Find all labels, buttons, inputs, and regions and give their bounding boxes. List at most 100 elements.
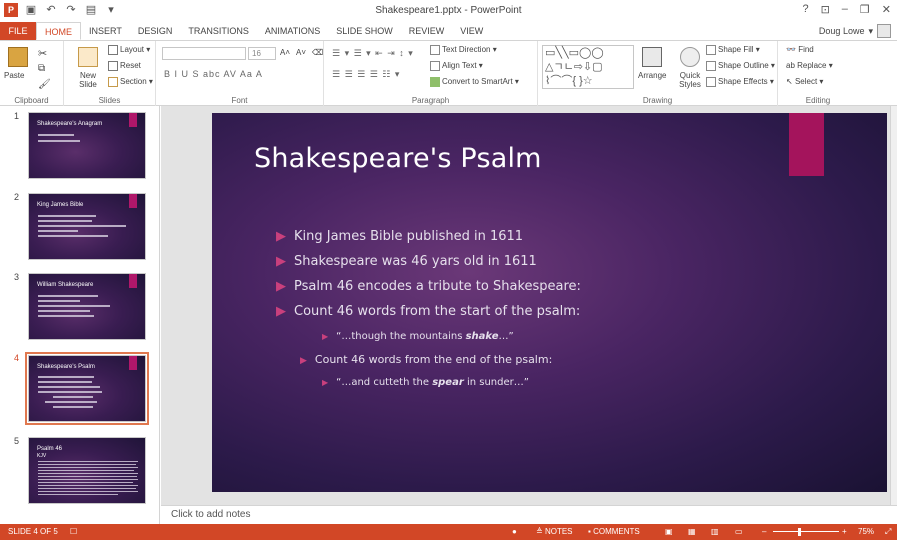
copy-icon[interactable]: ⧉ [38,63,45,74]
slide-thumbnail-5[interactable]: Psalm 46 KJV [28,437,146,504]
convert-smartart-button[interactable]: Convert to SmartArt ▾ [430,77,519,87]
arrange-button[interactable]: Arrange [638,71,666,80]
bullet-item: ▶ Count 46 words from the start of the ps… [276,304,581,319]
slide-accent-tag [789,113,824,176]
document-title: Shakespeare1.pptx - PowerPoint [375,5,522,16]
new-slide-icon[interactable] [78,47,98,67]
shape-fill-button[interactable]: Shape Fill ▾ [706,45,760,55]
normal-view-icon[interactable]: ▣ [665,524,673,540]
find-button[interactable]: 👓 Find [786,45,814,54]
select-cursor-icon: ↖ [786,77,795,86]
thumbnail-number: 1 [14,111,20,121]
new-slide-button[interactable]: New Slide [73,71,103,89]
clear-formatting-icon[interactable]: ⌫ [312,48,323,57]
status-bar: SLIDE 4 OF 5 ☐ ● ≜ NOTES ▪ COMMENTS ▣ ▦ … [0,524,897,540]
slide-counter: SLIDE 4 OF 5 [8,527,58,536]
ribbon-tabs: FILE HOME INSERT DESIGN TRANSITIONS ANIM… [0,22,897,40]
section-button[interactable]: Section ▾ [108,77,153,87]
font-size-combo[interactable]: 16 [248,47,276,60]
thumbnail-number: 5 [14,436,20,446]
slide-thumbnail-2[interactable]: King James Bible [28,193,146,260]
comments-button[interactable]: ▪ COMMENTS [588,524,640,540]
slideshow-view-icon[interactable]: ▭ [735,524,743,540]
shape-effects-button[interactable]: Shape Effects ▾ [706,77,774,87]
align-text-button[interactable]: Align Text ▾ [430,61,483,71]
user-account[interactable]: Doug Lowe ▾ [819,22,891,40]
bullet-item: ▶ Shakespeare was 46 yars old in 1611 [276,254,537,269]
tab-insert[interactable]: INSERT [81,22,130,40]
avatar[interactable] [877,24,891,38]
minimize-icon[interactable]: – [842,3,848,16]
zoom-slider-thumb[interactable] [798,528,801,536]
font-group-label: Font [231,96,248,105]
thumbnail-number: 2 [14,192,20,202]
close-icon[interactable]: ✕ [882,3,891,16]
font-group: 16 A˄ A˅ ⌫ B I U S abc AV Aa A Font [156,41,324,107]
reset-icon [108,61,118,71]
bullet-arrow-icon: ▶ [322,332,329,341]
slide-sorter-icon[interactable]: ▦ [688,524,696,540]
clipboard-group-label: Clipboard [14,96,49,105]
shapes-gallery[interactable]: ▭╲╲▭◯◯ △ㄱㄴ⇨⇩▢ ⌇⌒⌒{ }☆ [542,45,634,89]
replace-button[interactable]: ab Replace ▾ [786,61,833,70]
paint-bucket-icon [706,45,716,55]
cut-icon[interactable]: ✂ [38,47,47,60]
paragraph-group-label: Paragraph [411,96,450,105]
slide-thumbnail-3[interactable]: William Shakespeare [28,273,146,340]
ribbon-display-icon[interactable]: ⊡ [821,3,830,16]
ribbon: Paste ✂ ⧉ 🖌 Clipboard New Slide Layout ▾… [0,40,897,107]
font-format-row[interactable]: B I U S abc AV Aa A [164,69,263,79]
thumbnail-title: Shakespeare's Psalm [37,364,95,370]
tab-view[interactable]: VIEW [452,22,491,40]
notes-button[interactable]: ≜ NOTES [536,524,573,540]
bullet-arrow-icon: ▶ [300,356,307,366]
tab-animations[interactable]: ANIMATIONS [257,22,328,40]
quick-styles-icon[interactable] [680,47,700,67]
tab-review[interactable]: REVIEW [401,22,453,40]
list-indent-row[interactable]: ☰ ▾ ☰ ▾ ⇤ ⇥ ↕ ▾ [332,48,414,59]
editing-group: 👓 Find ab Replace ▾ ↖ Select ▾ Editing [778,41,858,107]
bullet-arrow-icon: ▶ [276,279,286,294]
thumbnail-title: William Shakespeare [37,282,94,288]
slide-thumbnail-1[interactable]: Shakespeare's Anagram [28,112,146,179]
vertical-scrollbar[interactable] [890,106,897,505]
spell-check-icon[interactable]: ☐ [70,524,77,540]
zoom-level[interactable]: 75% [858,524,874,540]
restore-icon[interactable]: ❐ [860,3,870,16]
arrange-icon[interactable] [642,47,662,67]
fit-to-window-icon[interactable]: ⤢ [885,524,891,540]
alignment-row[interactable]: ☰ ☰ ☰ ☰ ☷ ▾ [332,69,400,80]
tab-slide-show[interactable]: SLIDE SHOW [328,22,401,40]
zoom-in-icon[interactable]: + [842,524,847,540]
notes-placeholder: Click to add notes [171,509,251,520]
tab-design[interactable]: DESIGN [130,22,181,40]
layout-button[interactable]: Layout ▾ [108,45,150,55]
zoom-out-icon[interactable]: – [762,524,766,540]
grow-font-icon[interactable]: A˄ [280,48,290,57]
layout-icon [108,45,118,55]
quick-styles-button[interactable]: Quick Styles [674,71,706,89]
shape-outline-button[interactable]: Shape Outline ▾ [706,61,775,71]
reset-button[interactable]: Reset [108,61,141,71]
format-painter-icon[interactable]: 🖌 [38,79,51,90]
paste-icon[interactable] [8,47,28,67]
select-button[interactable]: ↖ Select ▾ [786,77,823,86]
pencil-icon [706,61,716,71]
tab-home[interactable]: HOME [36,22,81,40]
notes-pane[interactable]: Click to add notes [161,505,897,524]
tab-transitions[interactable]: TRANSITIONS [180,22,257,40]
paste-button[interactable]: Paste [4,71,24,80]
reading-view-icon[interactable]: ▥ [711,524,719,540]
sync-icon[interactable]: ● [512,524,517,540]
help-button[interactable]: ? [802,3,808,16]
slide-thumbnail-4[interactable]: Shakespeare's Psalm [25,352,149,425]
text-direction-button[interactable]: Text Direction ▾ [430,45,497,55]
current-slide[interactable]: Shakespeare's Psalm ▶ King James Bible pu… [212,113,887,492]
tab-file[interactable]: FILE [0,22,36,40]
thumbnail-number: 3 [14,272,20,282]
font-name-combo[interactable] [162,47,246,60]
slide-title[interactable]: Shakespeare's Psalm [254,143,542,174]
shrink-font-icon[interactable]: A˅ [296,48,306,57]
zoom-slider[interactable] [773,531,839,532]
section-icon [108,77,118,87]
